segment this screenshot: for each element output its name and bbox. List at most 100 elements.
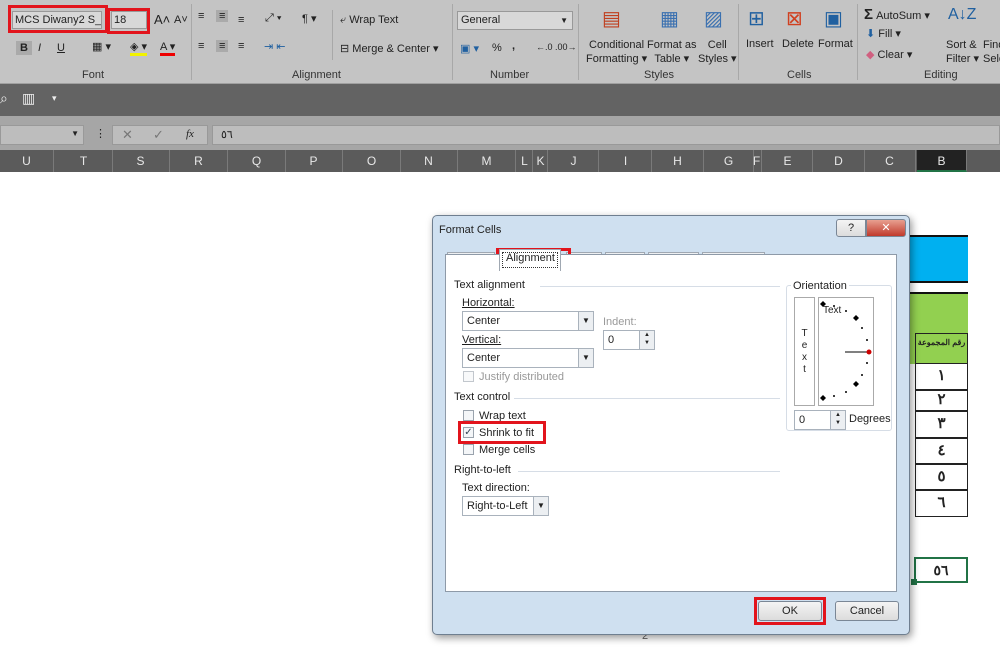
merge-cells-checkbox[interactable] [463,444,474,455]
column-header-Q[interactable]: Q [228,150,286,172]
cancel-icon[interactable]: ✕ [122,127,133,143]
indent-spinner[interactable]: 0 ▲ ▼ [603,330,655,350]
font-name-highlight [8,5,108,33]
customize-toolbar-icon[interactable]: ▾ [52,93,57,104]
format-icon: ▣ [824,8,843,30]
horizontal-select[interactable]: Center ▼ [462,311,594,331]
column-header-B[interactable]: B [917,150,967,172]
align-left-icon[interactable]: ≡ [198,40,204,52]
fill-button[interactable]: ⬇ Fill ▾ [866,27,901,40]
underline-button[interactable]: U [57,42,65,54]
group-number-cell[interactable]: ٣ [915,411,968,438]
close-button[interactable]: ✕ [866,219,906,237]
column-header-N[interactable]: N [401,150,458,172]
freeze-panes-icon[interactable]: ▥ [22,90,35,107]
column-header-T[interactable]: T [56,150,113,172]
delete-button[interactable]: Delete [782,38,814,50]
column-header-M[interactable]: M [459,150,516,172]
orientation-text: Text [823,305,842,316]
find-select-button[interactable]: FindSele [983,38,1000,66]
column-header-D[interactable]: D [814,150,865,172]
print-preview-icon[interactable]: ⌕ [0,90,8,107]
sort-filter-icon: A↓Z [948,6,977,23]
align-right-icon[interactable]: ≡ [238,40,244,52]
format-button[interactable]: Format [818,38,853,50]
comma-button[interactable]: , [512,40,515,52]
column-header-R[interactable]: R [170,150,228,172]
format-table-button[interactable]: Format as Table ▾ [647,38,697,66]
name-box[interactable]: ▼ [0,125,84,145]
column-header-S[interactable]: S [113,150,170,172]
fx-icon[interactable]: fx [186,128,194,140]
column-header-P[interactable]: P [286,150,343,172]
number-format-box[interactable]: General ▼ [457,11,573,30]
vertical-text-button[interactable]: Text [794,297,815,406]
fill-color-icon[interactable]: ◈ ▾ [130,40,148,56]
shrink-font-icon[interactable]: A˅ [174,14,188,26]
currency-icon[interactable]: ▣ ▾ [460,42,479,55]
group-number-cell[interactable]: ٦ [915,490,968,517]
orientation-icon[interactable]: ⤢ ▾ [265,12,281,25]
cancel-button[interactable]: Cancel [835,601,899,621]
font-group-label: Font [82,69,105,81]
insert-button[interactable]: Insert [746,38,774,50]
column-header-U[interactable]: U [0,150,54,172]
ok-highlight [754,597,826,625]
column-header-J[interactable]: J [549,150,599,172]
column-header-I[interactable]: I [600,150,652,172]
merge-center-button[interactable]: ⊟ Merge & Center ▾ [340,42,439,55]
degrees-spinner[interactable]: 0 ▲ ▼ [794,410,846,430]
formula-input[interactable]: ٥٦ [212,125,1000,145]
italic-button[interactable]: I [38,42,41,54]
grow-font-icon[interactable]: A˄ [154,12,170,27]
conditional-formatting-button[interactable]: Conditional Formatting ▾ [586,38,647,66]
cell-styles-button[interactable]: Cell Styles ▾ [698,38,737,66]
group-number-cell[interactable]: ٤ [915,438,968,464]
text-direction-select[interactable]: Right-to-Left ▼ [462,496,549,516]
group-number-header[interactable]: رقم المجموعة [915,333,968,364]
percent-button[interactable]: % [492,42,502,54]
wrap-text-checkbox[interactable] [463,410,474,421]
indent-icons[interactable]: ⇥ ⇤ [264,40,286,53]
group-number-cell[interactable]: ٢ [915,390,968,411]
help-button[interactable]: ? [836,219,866,237]
formula-bar: ▼ ⋮ ✕ ✓ fx ٥٦ [0,116,1000,150]
rtl-icon[interactable]: ¶ ▾ [302,12,317,25]
column-header-C[interactable]: C [864,150,916,172]
column-header-O[interactable]: O [343,150,401,172]
decimal-icons[interactable]: ←.0 .00→ [536,42,577,52]
alignment-panel: Text alignment Horizontal: Center ▼ Inden… [445,254,897,592]
sort-filter-button[interactable]: Sort & Filter ▾ [946,38,979,66]
conditional-formatting-icon: ▤ [602,8,621,30]
align-bottom-icon[interactable]: ≡ [238,14,244,26]
column-header-F[interactable]: F [752,150,762,172]
align-center-icon[interactable]: ≡ [216,40,229,52]
quick-access-toolbar: ⌕ ▥ ▾ [0,84,1000,116]
horizontal-label: Horizontal: [462,297,515,309]
fill-handle[interactable] [911,579,917,585]
justify-distributed-checkbox[interactable] [463,371,474,382]
orientation-label: Orientation [791,280,849,292]
degrees-label: Degrees [849,413,891,425]
group-number-cell[interactable]: ١ [915,363,968,390]
bold-button[interactable]: B [16,41,32,55]
group-number-cell[interactable]: ٥ [915,464,968,490]
wrap-text-button[interactable]: ⤶ Wrap Text [340,14,398,27]
font-color-icon[interactable]: A ▾ [160,40,176,56]
borders-icon[interactable]: ▦ ▾ [92,40,111,53]
align-middle-icon[interactable]: ≡ [216,10,229,22]
enter-icon[interactable]: ✓ [153,127,164,143]
column-header-G[interactable]: G [704,150,754,172]
vertical-select[interactable]: Center ▼ [462,348,594,368]
clear-button[interactable]: ◆ Clear ▾ [866,48,912,61]
align-top-icon[interactable]: ≡ [198,10,204,22]
active-cell[interactable]: ٥٦ [914,557,968,583]
column-header-L[interactable]: L [517,150,533,172]
font-size-highlight [107,8,150,34]
tab-alignment[interactable]: Alignment [499,249,561,271]
autosum-button[interactable]: Σ AutoSum ▾ [864,6,930,23]
more-icon[interactable]: ⋮ [95,127,106,140]
column-header-E[interactable]: E [763,150,813,172]
column-header-K[interactable]: K [534,150,548,172]
column-header-H[interactable]: H [652,150,704,172]
